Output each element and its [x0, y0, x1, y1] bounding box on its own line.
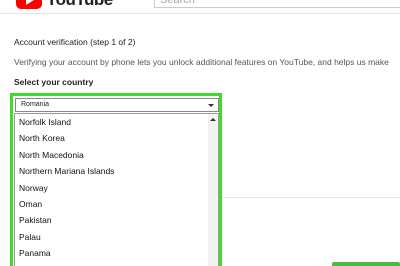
country-dropdown-list[interactable]: Norfolk Island North Korea North Macedon…	[14, 113, 219, 266]
dropdown-option[interactable]: Northern Mariana Islands	[15, 163, 209, 179]
next-button[interactable]	[332, 262, 400, 266]
chevron-down-icon[interactable]	[208, 104, 214, 107]
verification-description: Verifying your account by phone lets you…	[14, 57, 389, 67]
dropdown-option[interactable]: Panama	[15, 245, 209, 261]
section-divider	[222, 197, 400, 198]
country-select-value: Romania	[21, 101, 50, 108]
top-header: YouTube Search	[0, 0, 400, 14]
select-country-label: Select your country	[14, 77, 94, 87]
youtube-play-icon	[16, 0, 42, 9]
scroll-up-arrow-icon[interactable]	[210, 118, 216, 121]
dropdown-option[interactable]: North Korea	[15, 130, 209, 146]
dropdown-option[interactable]: Norfolk Island	[15, 114, 209, 130]
country-select[interactable]: Romania	[15, 98, 219, 112]
dropdown-option[interactable]: Norway	[15, 180, 209, 196]
page-root: YouTube Search Account verification (ste…	[0, 0, 400, 266]
dropdown-scrollbar[interactable]	[208, 114, 218, 266]
youtube-logo[interactable]: YouTube	[0, 0, 113, 10]
dropdown-option[interactable]: North Macedonia	[15, 147, 209, 163]
logo-text: YouTube	[46, 0, 113, 10]
dropdown-option[interactable]: Oman	[15, 196, 209, 212]
search-input[interactable]: Search	[154, 0, 400, 8]
dropdown-options: Norfolk Island North Korea North Macedon…	[15, 114, 209, 262]
verification-title: Account verification (step 1 of 2)	[14, 37, 136, 47]
dropdown-option[interactable]: Palau	[15, 229, 209, 245]
dropdown-option[interactable]: Pakistan	[15, 212, 209, 228]
